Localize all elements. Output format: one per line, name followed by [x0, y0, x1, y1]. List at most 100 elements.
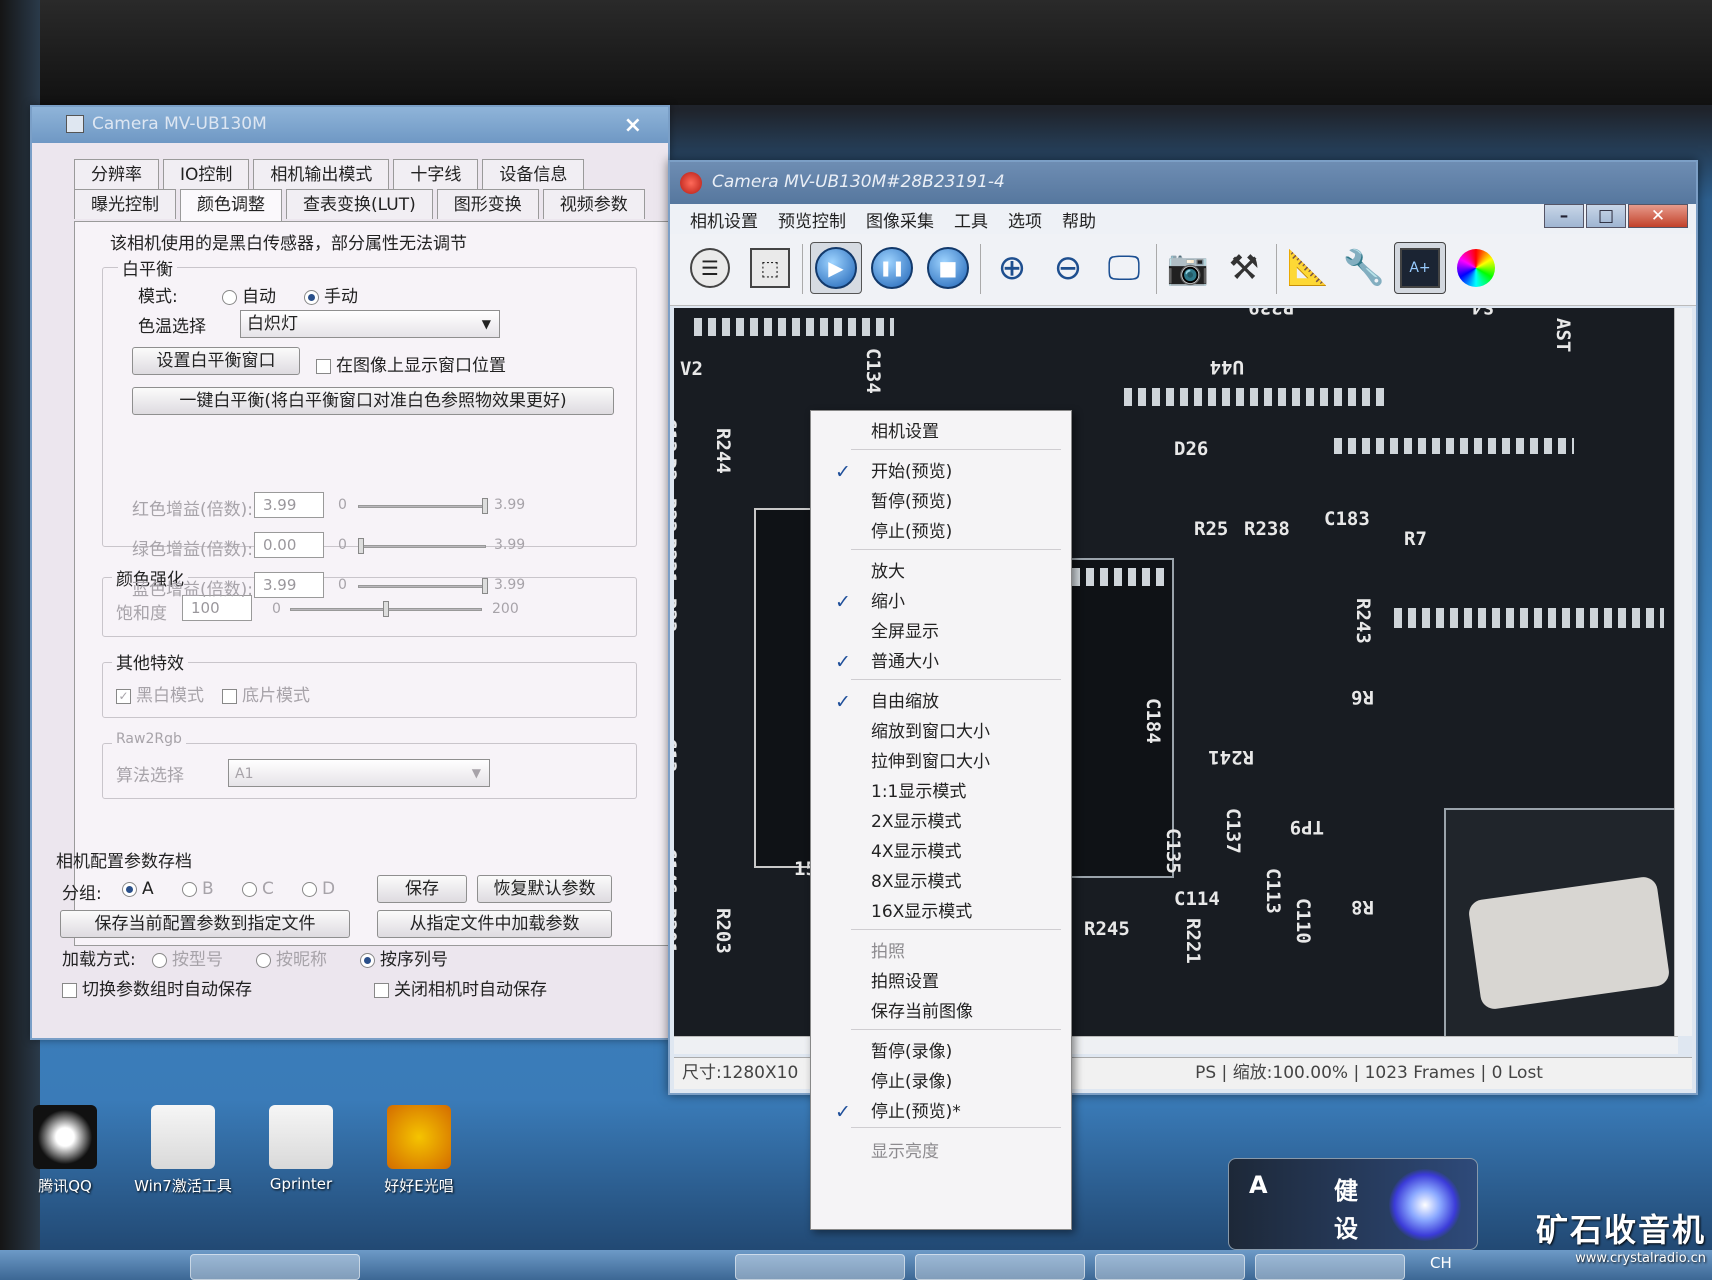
color-temp-select[interactable]: 白炽灯 ▼	[240, 310, 500, 338]
tab-r2-4[interactable]: 视频参数	[542, 189, 645, 219]
close-button[interactable]: ✕	[1628, 204, 1688, 228]
context-menu-item[interactable]: 拉伸到窗口大小	[811, 747, 1071, 777]
play-icon[interactable]: ▶	[810, 242, 862, 294]
load-mode-radio[interactable]: 按型号	[152, 945, 223, 970]
gain-slider-track[interactable]	[358, 545, 486, 548]
context-menu-item[interactable]: 2X显示模式	[811, 807, 1071, 837]
wrench-icon[interactable]: 🔧	[1338, 242, 1390, 294]
tab-r2-3[interactable]: 图形变换	[436, 189, 539, 219]
restore-defaults-button[interactable]: 恢复默认参数	[477, 875, 612, 903]
settings-titlebar[interactable]: Camera MV-UB130M ×	[32, 107, 668, 143]
group-radio-d[interactable]: D	[302, 879, 335, 899]
set-wb-window-button[interactable]: 设置白平衡窗口	[132, 347, 300, 375]
camera-capture-icon[interactable]: 📷	[1162, 242, 1214, 294]
minimize-button[interactable]: –	[1544, 204, 1584, 228]
gain-slider-track[interactable]	[358, 585, 486, 588]
menu-5[interactable]: 帮助	[1052, 207, 1106, 232]
color-wheel-icon[interactable]	[1450, 242, 1502, 294]
group-radio-b[interactable]: B	[182, 879, 214, 899]
context-menu-item[interactable]: ✓ 停止(预览)*	[811, 1097, 1071, 1127]
settings-list-icon[interactable]: ☰	[684, 242, 736, 294]
context-menu-item[interactable]: 缩放到窗口大小	[811, 717, 1071, 747]
gain-slider-thumb[interactable]	[482, 498, 488, 514]
group-radio-a[interactable]: A	[122, 879, 154, 899]
context-menu-item[interactable]: ✓ 普通大小	[811, 647, 1071, 677]
context-menu-item[interactable]: 显示亮度	[811, 1137, 1071, 1167]
menu-0[interactable]: 相机设置	[680, 207, 768, 232]
menu-1[interactable]: 预览控制	[768, 207, 856, 232]
gain-value-field[interactable]: 3.99	[254, 572, 324, 598]
ruler-icon[interactable]: 📐	[1282, 242, 1334, 294]
gain-slider-thumb[interactable]	[358, 538, 364, 554]
negative-checkbox[interactable]: 底片模式	[222, 681, 310, 706]
context-menu-item[interactable]: 暂停(预览)	[811, 487, 1071, 517]
tab-r2-2[interactable]: 查表变换(LUT)	[286, 189, 433, 219]
zoom-out-icon[interactable]: ⊖	[1042, 242, 1094, 294]
taskbar-button[interactable]	[1095, 1254, 1245, 1280]
load-mode-radio[interactable]: 按序列号	[360, 945, 448, 970]
algo-select[interactable]: A1 ▼	[228, 759, 490, 787]
context-menu-item[interactable]: 暂停(录像)	[811, 1037, 1071, 1067]
context-menu-item[interactable]: 停止(预览)	[811, 517, 1071, 547]
tab-r1-3[interactable]: 十字线	[393, 159, 479, 189]
tools-icon[interactable]: ⚒	[1218, 242, 1270, 294]
tab-r1-2[interactable]: 相机输出模式	[253, 159, 390, 189]
close-icon[interactable]: ×	[624, 113, 642, 138]
context-menu-item[interactable]: 1:1显示模式	[811, 777, 1071, 807]
taskbar-button[interactable]	[190, 1254, 360, 1280]
context-menu-item[interactable]: 全屏显示	[811, 617, 1071, 647]
menu-2[interactable]: 图像采集	[856, 207, 944, 232]
pause-icon[interactable]: ❚❚	[866, 242, 918, 294]
auto-save-switch-checkbox[interactable]: 切换参数组时自动保存	[62, 975, 252, 1000]
gain-value-field[interactable]: 0.00	[254, 532, 324, 558]
context-menu-item[interactable]: 拍照	[811, 937, 1071, 967]
context-menu-item[interactable]: 停止(录像)	[811, 1067, 1071, 1097]
gain-slider-thumb[interactable]	[482, 578, 488, 594]
zoom-in-icon[interactable]: ⊕	[986, 242, 1038, 294]
display-mode-icon[interactable]: A+	[1394, 242, 1446, 294]
saturation-slider-thumb[interactable]	[383, 601, 389, 617]
context-menu-item[interactable]: ✓ 自由缩放	[811, 687, 1071, 717]
taskbar-button[interactable]	[1255, 1254, 1405, 1280]
context-menu-item[interactable]: 4X显示模式	[811, 837, 1071, 867]
snapshot-icon[interactable]: ⬚	[744, 242, 796, 294]
show-window-checkbox[interactable]: 在图像上显示窗口位置	[316, 351, 506, 376]
tab-r2-1[interactable]: 颜色调整	[180, 189, 282, 221]
vertical-scrollbar[interactable]	[1674, 308, 1692, 1036]
tray-lang[interactable]: CH	[1430, 1254, 1452, 1272]
menu-4[interactable]: 选项	[998, 207, 1052, 232]
auto-save-close-checkbox[interactable]: 关闭相机时自动保存	[374, 975, 547, 1000]
mode-manual-radio[interactable]: 手动	[304, 282, 358, 307]
context-menu-item[interactable]: 拍照设置	[811, 967, 1071, 997]
context-menu-item[interactable]: 16X显示模式	[811, 897, 1071, 927]
gain-slider-track[interactable]	[358, 505, 486, 508]
context-menu-item[interactable]: 放大	[811, 557, 1071, 587]
tab-r1-4[interactable]: 设备信息	[482, 159, 585, 189]
desktop-shortcut[interactable]: Gprinter	[246, 1105, 356, 1193]
tab-r2-0[interactable]: 曝光控制	[74, 189, 176, 219]
gain-value-field[interactable]: 3.99	[254, 492, 324, 518]
monitor-icon[interactable]: 🖵	[1098, 242, 1150, 294]
load-mode-radio[interactable]: 按昵称	[256, 945, 327, 970]
tab-r1-0[interactable]: 分辨率	[74, 159, 159, 189]
tab-r1-1[interactable]: IO控制	[163, 159, 250, 189]
save-to-file-button[interactable]: 保存当前配置参数到指定文件	[60, 910, 350, 938]
taskbar-button[interactable]	[915, 1254, 1085, 1280]
desktop-shortcut[interactable]: Win7激活工具	[128, 1105, 238, 1196]
mode-auto-radio[interactable]: 自动	[222, 282, 276, 307]
maximize-button[interactable]: □	[1586, 204, 1626, 228]
desktop-shortcut[interactable]: 好好E光唱	[364, 1105, 474, 1196]
context-menu-item[interactable]: 保存当前图像	[811, 997, 1071, 1027]
mono-checkbox[interactable]: ✓ 黑白模式	[116, 681, 204, 706]
desktop-widget[interactable]: A 健 设	[1228, 1158, 1478, 1250]
menu-3[interactable]: 工具	[944, 207, 998, 232]
one-key-wb-button[interactable]: 一键白平衡(将白平衡窗口对准白色参照物效果更好)	[132, 387, 614, 415]
context-menu-item[interactable]: ✓ 缩小	[811, 587, 1071, 617]
stop-icon[interactable]: ■	[922, 242, 974, 294]
context-menu-item[interactable]: 8X显示模式	[811, 867, 1071, 897]
taskbar-button[interactable]	[735, 1254, 905, 1280]
save-button[interactable]: 保存	[377, 875, 467, 903]
load-from-file-button[interactable]: 从指定文件中加载参数	[377, 910, 612, 938]
context-menu-item[interactable]: ✓ 开始(预览)	[811, 457, 1071, 487]
desktop-shortcut[interactable]: 腾讯QQ	[10, 1105, 120, 1196]
